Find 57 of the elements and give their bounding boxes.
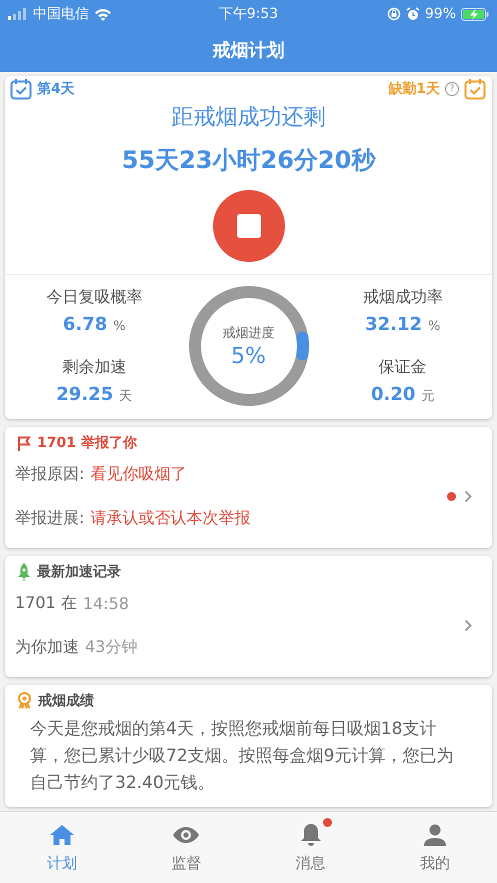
award-ribbon-icon: [17, 692, 32, 710]
nav-title: 戒烟计划: [212, 39, 284, 62]
report-title: 1701 举报了你: [37, 434, 137, 452]
stat-unit: %: [113, 319, 126, 334]
stat-value: 32.12: [365, 314, 422, 335]
calendar-check-icon: [10, 78, 32, 100]
stat-unit: 天: [119, 388, 132, 405]
speedup-user: 1701 在: [15, 592, 77, 614]
calendar-check-icon[interactable]: [464, 78, 486, 100]
carrier-name: 中国电信: [33, 5, 89, 23]
stat-label: 戒烟成功率: [362, 287, 443, 308]
progress-percent: 5%: [231, 344, 266, 368]
wifi-icon: [94, 8, 112, 20]
stat-label: 保证金: [378, 357, 427, 378]
person-icon: [424, 824, 446, 846]
speedup-card[interactable]: 最新加速记录 1701 在 14:58 为你加速 43分钟: [5, 556, 492, 677]
stat-unit: %: [428, 319, 440, 334]
battery-charging-icon: [461, 8, 489, 20]
stat-value: 29.25: [56, 384, 114, 405]
tab-bar-item[interactable]: 消息: [248, 812, 373, 883]
stat-unit: 元: [421, 388, 434, 405]
speedup-label: 为你加速: [15, 636, 79, 658]
report-field-value: 看见你吸烟了: [90, 464, 186, 484]
tab-bar-item[interactable]: 我的: [372, 812, 497, 883]
countdown-label: 距戒烟成功还剩: [170, 104, 326, 132]
signal-icon: [8, 8, 28, 20]
absence-count: 缺勤1天: [388, 80, 440, 98]
help-icon[interactable]: ?: [445, 82, 459, 96]
stat-label: 今日复吸概率: [46, 287, 142, 308]
rocket-icon: [17, 563, 31, 581]
chevron-right-icon: [464, 490, 472, 502]
stat-value: 0.20: [371, 384, 416, 405]
stat-label: 剩余加速: [62, 357, 126, 378]
speedup-amount: 43分钟: [85, 636, 138, 658]
speedup-title: 最新加速记录: [37, 563, 121, 581]
speedup-time: 14:58: [82, 594, 129, 612]
rotation-lock-icon: [386, 7, 401, 21]
tab-bar-item[interactable]: 监督: [124, 812, 248, 883]
report-field-label: 举报进展:: [15, 508, 84, 528]
home-icon: [49, 824, 76, 846]
status-time: 下午9:53: [218, 5, 278, 23]
bell-icon: [300, 822, 322, 848]
chevron-right-icon: [464, 618, 472, 632]
achievement-title: 戒烟成绩: [38, 692, 94, 710]
achievement-text: 今天是您戒烟的第4天，按照您戒烟前每日吸烟18支计算，您已累计少吸72支烟。按照每盒烟9元计算，您已为自己节约了32.40元钱。: [29, 718, 454, 795]
alarm-icon: [406, 7, 420, 21]
tab-bar-item[interactable]: 计划: [0, 812, 124, 883]
report-field-value: 请承认或否认本次举报: [90, 508, 250, 528]
report-card[interactable]: 1701 举报了你 举报原因: 看见你吸烟了 举报进展: 请承认或否认本次举报: [5, 427, 492, 548]
progress-label: 戒烟进度: [222, 324, 274, 342]
countdown-timer: 55天23小时26分20秒: [120, 145, 377, 176]
battery-percent: 99%: [424, 6, 456, 22]
day-count: 第4天: [37, 80, 75, 98]
flag-icon: [17, 436, 31, 450]
eye-icon: [172, 826, 200, 844]
stat-value: 6.78: [62, 314, 108, 335]
report-field-label: 举报原因:: [15, 464, 84, 484]
